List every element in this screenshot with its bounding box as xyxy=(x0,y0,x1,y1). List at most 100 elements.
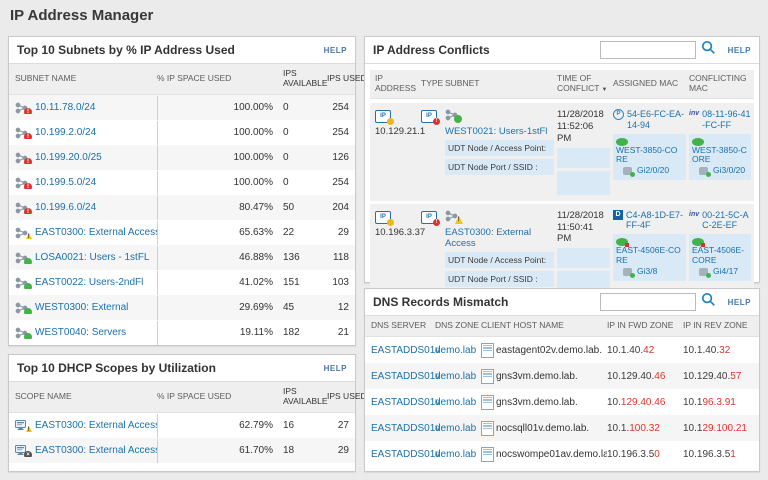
dhcp-scope-link[interactable]: EAST0300: External Access xyxy=(35,420,157,431)
dns-server-link[interactable]: EASTADDS01v xyxy=(371,423,440,434)
subnet-link[interactable]: EAST0300: External Access xyxy=(35,227,157,238)
search-icon[interactable] xyxy=(701,40,716,60)
conflicting-mac-cell: inv00-21-5C-AC-2E-EFEAST-4506E-COREGi4/1… xyxy=(689,210,754,281)
ips-used: 118 xyxy=(327,252,349,263)
ips-available: 151 xyxy=(279,277,327,288)
ips-used: 254 xyxy=(327,177,349,188)
mac-address-link[interactable]: C4-A8-1D-E7-FF-4F xyxy=(626,210,686,232)
vendor-hp-icon: P xyxy=(613,109,624,120)
dhcp-scope-link[interactable]: EAST0300: External Access xyxy=(35,445,157,456)
dns-zone-link[interactable]: demo.lab xyxy=(435,423,476,434)
node-status-icon xyxy=(616,238,628,246)
conflict-ip: 10.129.21.1 xyxy=(375,126,418,137)
subnet-link[interactable]: WEST0021: Users-1stFl xyxy=(445,126,554,137)
dns-row: EASTADDS01vdemo.lab nocswompe01av.demo.la… xyxy=(365,441,759,467)
col-ip-in-fwd-zone: IP IN FWD ZONE xyxy=(607,321,683,331)
ip-in-fwd-zone: 10.1.40.42 xyxy=(607,345,683,356)
usage-percent: 80.47% xyxy=(233,202,279,213)
usage-bar xyxy=(157,197,233,219)
subnet-link[interactable]: 10.199.5.0/24 xyxy=(35,177,96,188)
critical-status-icon: ! xyxy=(24,183,32,189)
dns-zone-link[interactable]: demo.lab xyxy=(435,397,476,408)
up-status-icon xyxy=(24,283,32,289)
subnet-icon: ! xyxy=(15,177,30,189)
search-icon[interactable] xyxy=(701,292,716,312)
subnets-panel: Top 10 Subnets by % IP Address Used HELP… xyxy=(8,36,356,346)
mac-address-link[interactable]: 54-E6-FC-EA-14-94 xyxy=(627,109,686,131)
subnet-link[interactable]: 10.11.78.0/24 xyxy=(35,102,95,113)
mac-address-link[interactable]: 00-21-5C-AC-2E-EF xyxy=(702,210,751,232)
subnets-help-link[interactable]: HELP xyxy=(324,46,347,55)
subnet-link[interactable]: 10.199.2.0/24 xyxy=(35,127,96,138)
dns-zone-link[interactable]: demo.lab xyxy=(435,371,476,382)
dhcp-scope-icon: ! xyxy=(15,420,30,432)
host-record-icon xyxy=(481,395,494,410)
ips-available: 16 xyxy=(279,420,327,431)
subnet-icon xyxy=(15,327,30,339)
ip-in-rev-zone: 10.129.40.57 xyxy=(683,371,753,382)
usage-percent: 19.11% xyxy=(233,327,279,338)
dns-zone-link[interactable]: demo.lab xyxy=(435,345,476,356)
udt-node-label: UDT Node / Access Point: xyxy=(445,140,554,156)
dns-row: EASTADDS01vdemo.labgns3vm.demo.lab.10.12… xyxy=(365,389,759,415)
subnet-link[interactable]: WEST0040: Servers xyxy=(35,327,126,338)
subnets-panel-title: Top 10 Subnets by % IP Address Used xyxy=(17,43,235,57)
dns-zone-link[interactable]: demo.lab xyxy=(435,449,476,460)
subnet-link[interactable]: EAST0300: External Access xyxy=(445,227,554,250)
interface-link[interactable]: Gi3/8 xyxy=(637,267,657,277)
dhcp-panel-title: Top 10 DHCP Scopes by Utilization xyxy=(17,361,216,375)
table-row: EAST0022: Users-2ndFl41.02%151103 xyxy=(9,270,355,295)
col-time-of-conflict[interactable]: TIME OF CONFLICT▼ xyxy=(557,74,613,94)
ips-available: 22 xyxy=(279,227,327,238)
interface-link[interactable]: Gi4/17 xyxy=(713,267,738,277)
dns-search-input[interactable] xyxy=(600,293,696,311)
table-row: !10.199.5.0/24100.00%0254 xyxy=(9,170,355,195)
transient-status-dot xyxy=(387,118,394,125)
dns-server-link[interactable]: EASTADDS01v xyxy=(371,371,440,382)
dhcp-scope-icon: × xyxy=(15,445,30,457)
conflict-alert-dot: ! xyxy=(433,118,440,125)
assigned-mac-cell: P54-E6-FC-EA-14-94 WEST-3850-COREGi2/0/20 xyxy=(613,109,689,180)
dns-help-link[interactable]: HELP xyxy=(728,298,751,307)
table-row: ×EAST0300: External Access61.70%1829 xyxy=(9,438,355,463)
usage-percent: 46.88% xyxy=(233,252,279,263)
unknown-status-icon: × xyxy=(24,451,32,457)
usage-bar xyxy=(157,122,233,144)
subnet-icon xyxy=(15,302,30,314)
subnet-icon xyxy=(445,109,460,121)
conflicts-search-input[interactable] xyxy=(600,41,696,59)
dhcp-table-header: SCOPE NAME % IP SPACE USED IPS AVAILABLE… xyxy=(9,382,355,413)
interface-link[interactable]: Gi2/0/20 xyxy=(637,166,669,176)
usage-percent: 62.79% xyxy=(233,420,279,431)
subnet-link[interactable]: WEST0300: External xyxy=(35,302,128,313)
table-row: !10.199.6.0/2480.47%50204 xyxy=(9,195,355,220)
interface-link[interactable]: Gi3/0/20 xyxy=(713,166,745,176)
dhcp-help-link[interactable]: HELP xyxy=(324,364,347,373)
usage-bar xyxy=(157,97,233,119)
node-status-icon xyxy=(692,238,704,246)
dns-panel-title: DNS Records Mismatch xyxy=(373,295,508,309)
subnet-link[interactable]: LOSA0021: Users - 1stFL xyxy=(35,252,150,263)
node-link[interactable]: EAST-4506E-CORE xyxy=(692,246,748,266)
table-row: LOSA0021: Users - 1stFL46.88%136118 xyxy=(9,245,355,270)
usage-percent: 61.70% xyxy=(233,445,279,456)
subnet-link[interactable]: EAST0022: Users-2ndFl xyxy=(35,277,143,288)
node-link[interactable]: WEST-3850-CORE xyxy=(692,146,748,166)
conflict-subnet-cell: WEST0021: Users-1stFl UDT Node / Access P… xyxy=(445,109,557,175)
node-link[interactable]: EAST-4506E-CORE xyxy=(616,246,683,266)
dns-panel: DNS Records Mismatch HELP DNS SERVER DNS… xyxy=(364,288,760,472)
dns-server-link[interactable]: EASTADDS01v xyxy=(371,345,440,356)
dns-server-link[interactable]: EASTADDS01v xyxy=(371,449,440,460)
subnet-link[interactable]: 10.199.20.0/25 xyxy=(35,152,102,163)
conflicts-help-link[interactable]: HELP xyxy=(728,46,751,55)
dns-server-link[interactable]: EASTADDS01v xyxy=(371,397,440,408)
client-host-name: nocswompe01av.demo.lab. xyxy=(481,447,607,462)
interface-icon xyxy=(623,268,632,276)
ips-available: 18 xyxy=(279,445,327,456)
udt-port-label: UDT Node Port / SSID : xyxy=(445,271,554,287)
usage-percent: 100.00% xyxy=(233,127,279,138)
mac-address-link[interactable]: 08-11-96-41-FC-FF xyxy=(702,109,751,131)
node-link[interactable]: WEST-3850-CORE xyxy=(616,146,683,166)
subnet-link[interactable]: 10.199.6.0/24 xyxy=(35,202,96,213)
sort-desc-icon: ▼ xyxy=(602,87,608,93)
